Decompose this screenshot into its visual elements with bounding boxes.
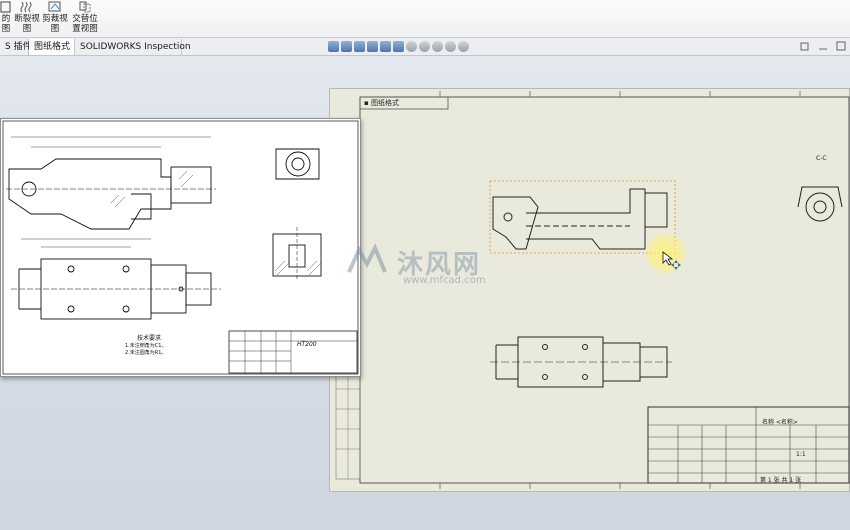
tech-requirements-line-1: 1.未注倒角为C1。 xyxy=(125,343,167,349)
heads-up-view-toolbar xyxy=(328,40,469,54)
section-label: C-C xyxy=(816,155,827,162)
watermark-logo-icon xyxy=(347,243,387,273)
zoom-to-area-icon[interactable] xyxy=(341,41,352,52)
edit-appearance-icon[interactable] xyxy=(432,41,443,52)
material-label: HT200 xyxy=(297,341,317,348)
dynamic-annotation-icon[interactable] xyxy=(380,41,391,52)
tech-requirements-line-2: 2.未注圆角为R1。 xyxy=(125,350,167,356)
maximize-window-icon[interactable] xyxy=(836,41,846,54)
alternate-position-view-button[interactable]: 交替位 置视图 xyxy=(70,0,100,38)
alternate-position-view-icon xyxy=(70,1,100,14)
hide-show-icon[interactable] xyxy=(419,41,430,52)
minimize-window-icon[interactable] xyxy=(818,41,828,54)
broken-view-button[interactable]: 断裂视 图 xyxy=(14,0,40,38)
crop-view-icon xyxy=(42,1,68,14)
reference-drawing-left: 技术要求 1.未注倒角为C1。 2.未注圆角为R1。 HT200 xyxy=(0,118,361,377)
watermark-url: www.mfcad.com xyxy=(403,275,486,286)
watermark: 沐风网 www.mfcad.com xyxy=(345,238,505,288)
command-ribbon: 的 图 断裂视 图 剪裁视 图 交替位 置视图 xyxy=(0,0,850,38)
restore-window-icon[interactable] xyxy=(800,41,810,54)
tech-requirements-title: 技术要求 xyxy=(137,335,162,342)
drawing-sheet-right[interactable]: ▪ 图纸格式 C-C 名称 <名称> 1:1 第 1 张 共 1 张 xyxy=(329,88,850,492)
title-block-sheet: 第 1 张 共 1 张 xyxy=(760,477,802,484)
view-orientation-icon[interactable] xyxy=(393,41,404,52)
reference-drawing-canvas xyxy=(2,120,359,375)
title-block-scale: 1:1 xyxy=(796,451,806,458)
apply-scene-icon[interactable] xyxy=(445,41,456,52)
tab-sheet-format[interactable]: 图纸格式 xyxy=(29,39,75,55)
tab-solidworks-inspection[interactable]: SOLIDWORKS Inspection xyxy=(75,39,191,55)
tab-addins[interactable]: S 插件 xyxy=(0,39,32,55)
view-icon xyxy=(0,1,12,14)
sheet-format-label: ▪ 图纸格式 xyxy=(364,99,399,107)
zoom-to-fit-icon[interactable] xyxy=(328,41,339,52)
broken-view-icon xyxy=(14,1,40,14)
drawing-sheet-right-canvas xyxy=(335,91,850,489)
display-style-icon[interactable] xyxy=(406,41,417,52)
section-view-icon[interactable] xyxy=(367,41,378,52)
view-tool-button[interactable]: 的 图 xyxy=(0,0,12,38)
view-settings-icon[interactable] xyxy=(458,41,469,52)
previous-view-icon[interactable] xyxy=(354,41,365,52)
crop-view-button[interactable]: 剪裁视 图 xyxy=(42,0,68,38)
mouse-pointer-icon xyxy=(662,251,682,275)
title-block-name: 名称 <名称> xyxy=(762,419,798,426)
